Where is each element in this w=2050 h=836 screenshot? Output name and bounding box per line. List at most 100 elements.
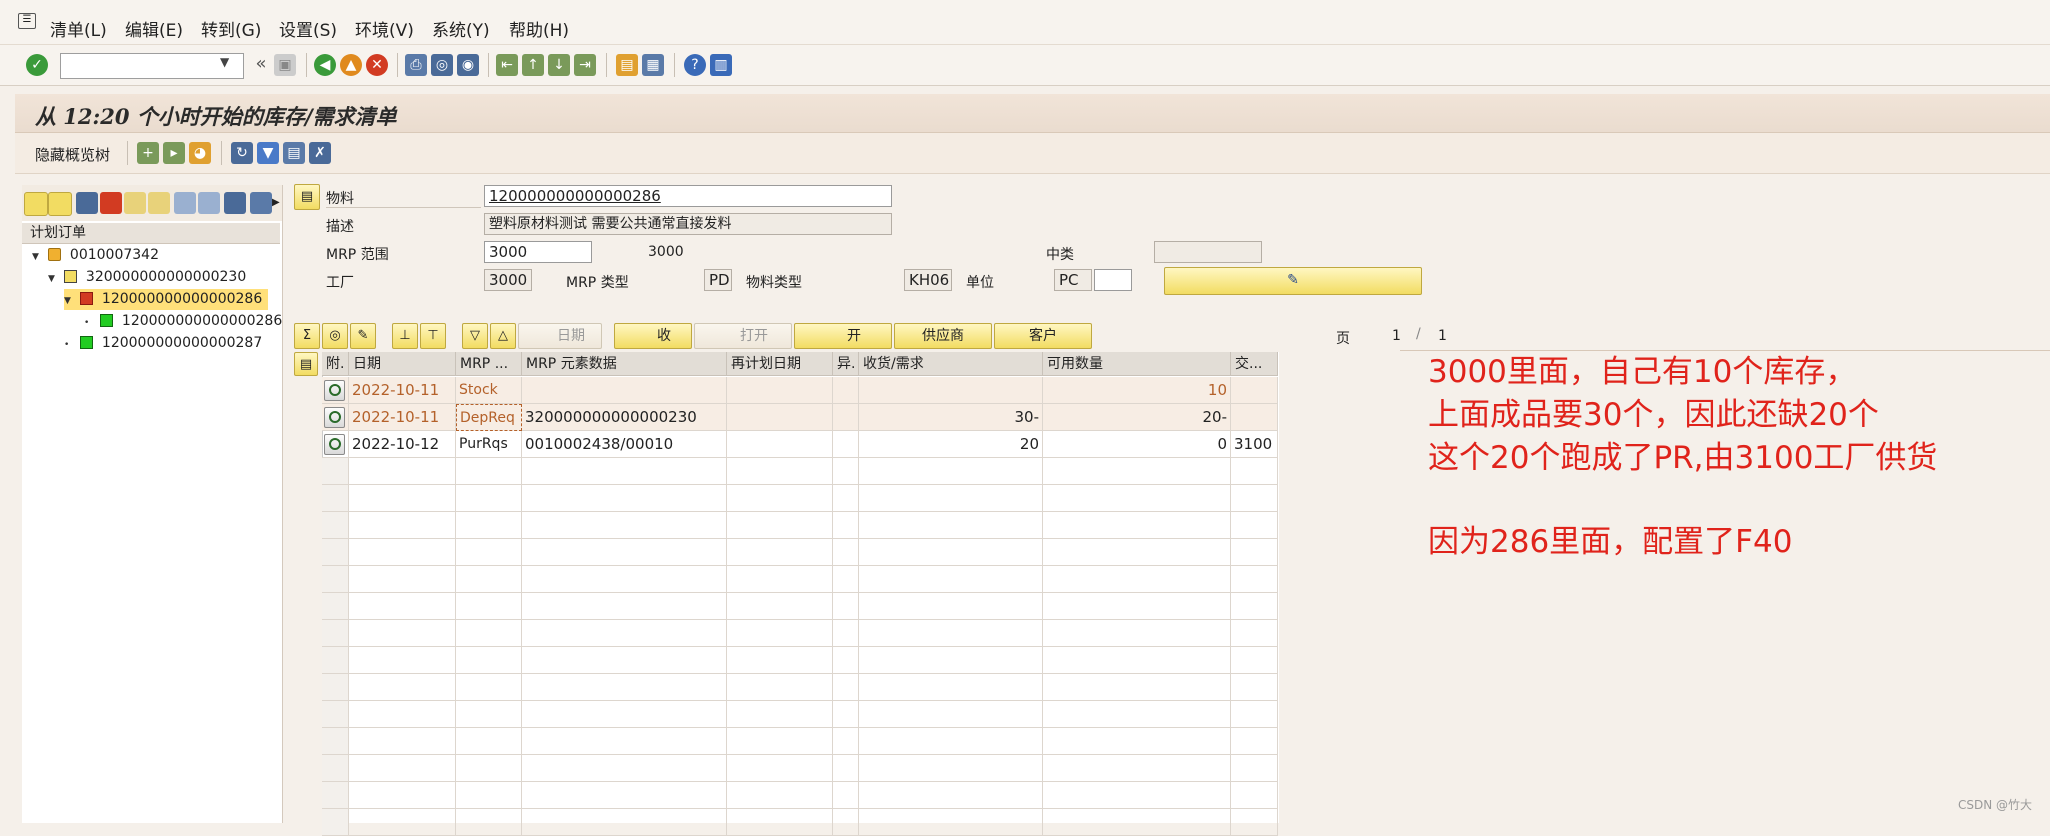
receipt-button[interactable]: 收 [614, 323, 692, 349]
tree-node[interactable]: • 120000000000000286 [84, 311, 282, 332]
tree-node[interactable]: ▼ 320000000000000230 [48, 267, 246, 288]
empty-cell [1043, 647, 1231, 674]
save-icon[interactable]: ▣ [274, 54, 296, 76]
details-icon[interactable] [324, 380, 345, 401]
collapse-all-icon[interactable] [48, 192, 72, 216]
open-button[interactable]: 打开 [694, 323, 792, 349]
column-header-exception[interactable]: 异. [833, 352, 859, 376]
cancel-icon[interactable]: ✕ [366, 54, 388, 76]
column-header-date[interactable]: 日期 [349, 352, 456, 376]
menu-list-icon[interactable]: ☰ [18, 13, 36, 29]
arrow-up-icon[interactable] [198, 192, 220, 214]
customer-button[interactable]: 客户 [994, 323, 1092, 349]
command-field[interactable] [60, 53, 244, 79]
column-header-mrp-data[interactable]: MRP 元素数据 [522, 352, 727, 376]
cell-mrp-element[interactable]: DepReq [456, 404, 522, 431]
new-session-icon[interactable]: ▤ [616, 54, 638, 76]
empty-cell [1043, 782, 1231, 809]
hierarchy-up-icon[interactable]: ⊥ [392, 323, 418, 349]
sort-icon[interactable] [148, 192, 170, 214]
mrp-area-field[interactable]: 3000 [484, 241, 592, 263]
print-tree-icon[interactable] [250, 192, 272, 214]
filter-icon[interactable]: ▼ [257, 142, 279, 164]
print-icon[interactable]: ⎙ [405, 54, 427, 76]
arrow-down-icon[interactable] [174, 192, 196, 214]
empty-cell [727, 701, 833, 728]
sum-icon[interactable]: Σ [294, 323, 320, 349]
empty-cell [727, 782, 833, 809]
empty-cell [833, 647, 859, 674]
empty-cell [456, 485, 522, 512]
exit-icon[interactable]: ▲ [340, 54, 362, 76]
back-arrows-icon[interactable]: « [254, 55, 268, 77]
add-document-icon[interactable]: ▸ [163, 142, 185, 164]
tree-node-selected[interactable]: ▼ 120000000000000286 [64, 289, 269, 312]
cell-supplier: 3100 [1231, 431, 1278, 458]
empty-cell [727, 647, 833, 674]
menu-item-settings[interactable]: 设置(S) [279, 16, 337, 41]
planner-icon[interactable]: ◕ [189, 142, 211, 164]
expand-arrow-icon[interactable]: ▼ [48, 269, 60, 290]
details-icon[interactable]: ◎ [322, 323, 348, 349]
next-page-icon[interactable]: ↓ [548, 54, 570, 76]
column-header-mrp-element[interactable]: MRP ... [456, 352, 522, 376]
material-field[interactable]: 120000000000000286 [484, 185, 892, 207]
arrow-up-icon[interactable]: △ [490, 323, 516, 349]
exception-filter-icon[interactable] [100, 192, 122, 214]
empty-cell [522, 782, 727, 809]
shortcut-icon[interactable]: ▦ [642, 54, 664, 76]
refresh-tree-icon[interactable] [76, 192, 98, 214]
expand-arrow-icon[interactable]: ▼ [64, 291, 76, 312]
hide-tree-button[interactable]: 隐藏概览树 [35, 144, 110, 165]
arrow-down-icon[interactable]: ▽ [462, 323, 488, 349]
empty-cell [833, 485, 859, 512]
column-header-reschedule-date[interactable]: 再计划日期 [727, 352, 833, 376]
expand-all-icon[interactable] [24, 192, 48, 216]
empty-cell [456, 728, 522, 755]
column-header-receipt-requirement[interactable]: 收货/需求 [859, 352, 1043, 376]
menu-item-help[interactable]: 帮助(H) [509, 16, 569, 41]
column-header-available-qty[interactable]: 可用数量 [1043, 352, 1231, 376]
chevron-right-icon[interactable]: ▶ [272, 197, 280, 208]
menu-item-system[interactable]: 系统(Y) [432, 16, 490, 41]
hierarchy-down-icon[interactable]: ⊤ [420, 323, 446, 349]
refresh-icon[interactable]: ↻ [231, 142, 253, 164]
date-button[interactable]: 日期 [518, 323, 602, 349]
menu-item-environment[interactable]: 环境(V) [355, 16, 414, 41]
tree-node[interactable]: • 120000000000000287 [64, 333, 262, 354]
layout-icon[interactable]: ▥ [710, 54, 732, 76]
enter-icon[interactable]: ✓ [26, 54, 48, 76]
menu-item-edit[interactable]: 编辑(E) [125, 16, 183, 41]
vendor-button[interactable]: 供应商 [894, 323, 992, 349]
column-settings-icon[interactable]: ▤ [294, 352, 318, 376]
help-icon[interactable]: ? [684, 54, 706, 76]
column-header-supplier[interactable]: 交... [1231, 352, 1278, 376]
find-tree-icon[interactable] [224, 192, 246, 214]
back-icon[interactable]: ◀ [314, 54, 336, 76]
toolbar-separator [127, 141, 128, 165]
menu-item-list[interactable]: 清单(L) [50, 16, 107, 41]
table-row [322, 404, 349, 431]
find-icon[interactable]: ◎ [431, 54, 453, 76]
find-next-icon[interactable]: ◉ [457, 54, 479, 76]
empty-cell [522, 701, 727, 728]
chevron-down-icon[interactable]: ▼ [220, 55, 229, 69]
pencil-icon[interactable]: ✎ [350, 323, 376, 349]
edit-button[interactable]: ✎ [1164, 267, 1422, 295]
add-element-icon[interactable]: + [137, 142, 159, 164]
details-icon[interactable] [324, 434, 345, 455]
first-page-icon[interactable]: ⇤ [496, 54, 518, 76]
expand-arrow-icon[interactable]: ▼ [32, 247, 44, 268]
hierarchy-icon[interactable] [124, 192, 146, 214]
last-page-icon[interactable]: ⇥ [574, 54, 596, 76]
layout-settings-icon[interactable]: ▤ [283, 142, 305, 164]
column-header-attach[interactable]: 附. [322, 352, 349, 376]
unit-extra-field[interactable] [1094, 269, 1132, 291]
tree-node[interactable]: ▼ 0010007342 [32, 245, 159, 266]
open-question-button[interactable]: 开 [794, 323, 892, 349]
header-details-icon[interactable]: ▤ [294, 184, 320, 210]
delete-filter-icon[interactable]: ✗ [309, 142, 331, 164]
menu-item-goto[interactable]: 转到(G) [201, 16, 261, 41]
details-icon[interactable] [324, 407, 345, 428]
prev-page-icon[interactable]: ↑ [522, 54, 544, 76]
